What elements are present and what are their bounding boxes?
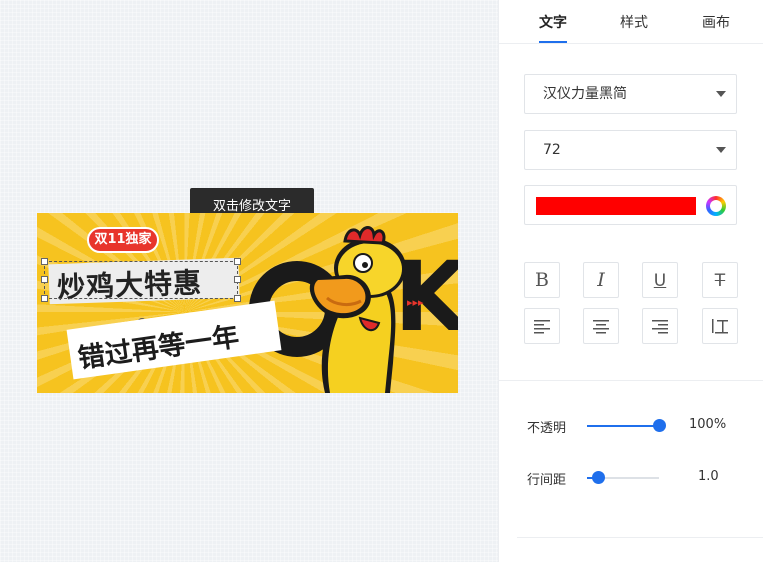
tab-canvas[interactable]: 画布 — [702, 12, 730, 32]
bottom-section-border — [517, 537, 763, 562]
color-swatch[interactable] — [536, 197, 696, 215]
line-height-button[interactable] — [702, 308, 738, 344]
text-color-field[interactable] — [524, 185, 737, 225]
line-spacing-slider[interactable] — [587, 471, 659, 484]
font-family-select[interactable]: 汉仪力量黑简 — [524, 74, 737, 114]
color-wheel-icon[interactable] — [706, 196, 726, 216]
chevron-down-icon — [716, 147, 726, 153]
align-center-button[interactable] — [583, 308, 619, 344]
underline-button[interactable]: U — [642, 262, 678, 298]
canvas-workspace[interactable]: 双击修改文字 K ▸▸▸ 双11独家 炒鸡大特惠 错过再等一年 — [0, 0, 498, 562]
font-family-value: 汉仪力量黑简 — [543, 86, 627, 102]
panel-tabs: 文字 样式 画布 — [499, 0, 763, 44]
properties-panel: 文字 样式 画布 汉仪力量黑简 72 B I U T 不透明 100% 行间距 … — [498, 0, 763, 562]
rubber-chicken-image[interactable] — [275, 223, 425, 393]
resize-handle-top-left[interactable] — [41, 258, 48, 265]
selection-box — [44, 261, 238, 299]
resize-handle-bottom-right[interactable] — [234, 295, 241, 302]
opacity-value: 100% — [689, 417, 727, 432]
strikethrough-icon: T — [714, 271, 726, 291]
resize-handle-right[interactable] — [234, 276, 241, 283]
align-left-button[interactable] — [524, 308, 560, 344]
align-right-icon — [652, 320, 668, 334]
section-divider — [499, 380, 763, 381]
resize-handle-bottom-left[interactable] — [41, 295, 48, 302]
banner-design[interactable]: K ▸▸▸ 双11独家 炒鸡大特惠 错过再等一年 — [37, 213, 458, 393]
line-height-icon — [712, 319, 728, 334]
italic-icon: I — [597, 269, 605, 291]
resize-handle-top-right[interactable] — [234, 258, 241, 265]
opacity-label: 不透明 — [527, 421, 567, 436]
tab-style[interactable]: 样式 — [620, 12, 648, 32]
promo-badge[interactable]: 双11独家 — [87, 227, 159, 253]
resize-handle-left[interactable] — [41, 276, 48, 283]
bold-button[interactable]: B — [524, 262, 560, 298]
chevron-down-icon — [716, 91, 726, 97]
opacity-slider-thumb[interactable] — [653, 419, 666, 432]
tab-text[interactable]: 文字 — [539, 12, 567, 32]
bold-icon: B — [535, 269, 549, 291]
italic-button[interactable]: I — [583, 262, 619, 298]
underline-icon: U — [653, 271, 667, 291]
active-tab-indicator — [539, 41, 567, 43]
line-spacing-slider-thumb[interactable] — [592, 471, 605, 484]
font-size-value: 72 — [543, 142, 561, 158]
align-left-icon — [534, 320, 550, 334]
strikethrough-button[interactable]: T — [702, 262, 738, 298]
opacity-slider-fill — [587, 425, 659, 427]
line-spacing-label: 行间距 — [527, 473, 567, 488]
font-size-select[interactable]: 72 — [524, 130, 737, 170]
opacity-slider[interactable] — [587, 419, 666, 432]
line-spacing-value: 1.0 — [698, 469, 719, 484]
align-center-icon — [593, 320, 609, 334]
align-right-button[interactable] — [642, 308, 678, 344]
